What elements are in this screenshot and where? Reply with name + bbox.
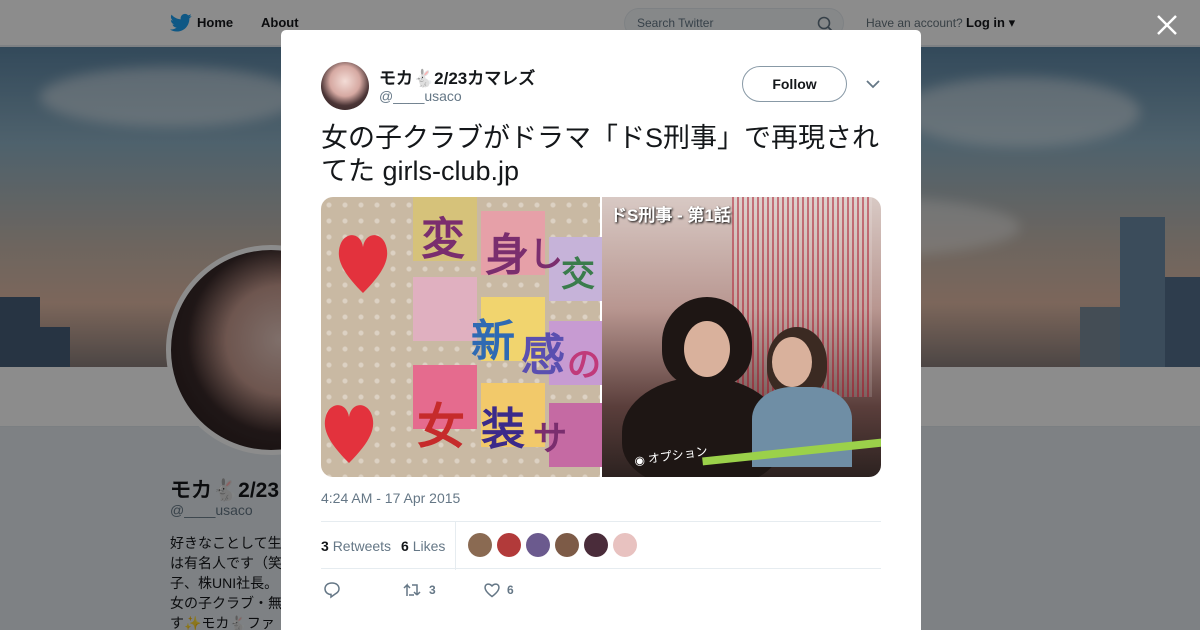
author-handle[interactable]: @____usaco — [379, 88, 462, 104]
tweet-stats: 3 Retweets 6 Likes — [321, 521, 881, 570]
reply-button[interactable] — [323, 578, 341, 602]
tweet-media[interactable]: 変 身 し 交 新 感 の 女 装 サ ドS刑事 - 第1話 ◉ オプション — [321, 197, 881, 477]
poster-char: 新 — [471, 316, 515, 367]
poster-char: サ — [533, 419, 567, 459]
tweet-timestamp[interactable]: 4:24 AM - 17 Apr 2015 — [321, 490, 460, 506]
tweet-link[interactable]: girls-club.jp — [383, 156, 520, 186]
poster-char: の — [567, 345, 601, 385]
like-button[interactable]: 6 — [483, 578, 514, 602]
chevron-down-icon[interactable] — [865, 78, 881, 90]
liker-avatar[interactable] — [555, 533, 579, 557]
heart-icon — [484, 583, 500, 598]
reply-icon — [324, 582, 340, 599]
retweet-icon — [403, 583, 421, 596]
liker-avatar[interactable] — [497, 533, 521, 557]
liker-avatar[interactable] — [584, 533, 608, 557]
media-image-left[interactable]: 変 身 し 交 新 感 の 女 装 サ — [321, 197, 613, 477]
tweet-modal: モカ🐇2/23カマレズ @____usaco Follow 女の子クラブがドラマ… — [281, 30, 921, 630]
tweet-actions: 3 6 — [321, 578, 881, 602]
poster-char: 変 — [421, 214, 465, 265]
retweets-stat[interactable]: 3 Retweets — [321, 538, 391, 554]
heart-decoration — [324, 405, 374, 463]
stats-divider — [455, 522, 456, 570]
poster-char: 女 — [417, 399, 466, 455]
poster-char: 装 — [481, 404, 525, 455]
media-caption: ドS刑事 - 第1話 — [610, 206, 731, 225]
author-avatar[interactable] — [321, 62, 369, 110]
likes-stat[interactable]: 6 Likes — [401, 538, 445, 554]
poster-char: 感 — [521, 330, 565, 381]
heart-decoration — [338, 235, 388, 293]
liker-avatar[interactable] — [468, 533, 492, 557]
poster-char: 身 — [485, 230, 529, 281]
author-name[interactable]: モカ🐇2/23カマレズ — [379, 64, 535, 89]
liker-avatar[interactable] — [526, 533, 550, 557]
liker-avatar[interactable] — [613, 533, 637, 557]
poster-char: 交 — [561, 255, 595, 295]
media-image-right[interactable]: ドS刑事 - 第1話 ◉ オプション — [602, 197, 881, 477]
follow-button[interactable]: Follow — [742, 66, 847, 102]
poster-char: し — [529, 235, 563, 275]
tweet-text: 女の子クラブがドラマ「ドS刑事」で再現されてた girls-club.jp — [321, 123, 880, 186]
close-icon[interactable] — [1155, 13, 1179, 37]
retweet-button[interactable]: 3 — [403, 578, 436, 602]
